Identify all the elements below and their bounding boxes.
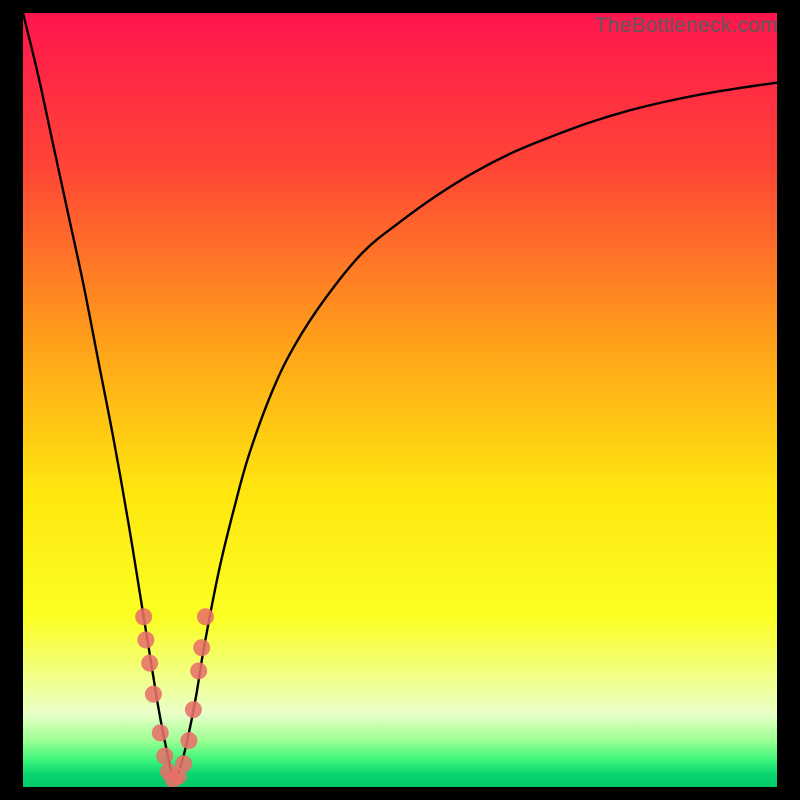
dot [135, 608, 152, 625]
bottleneck-chart [23, 13, 777, 787]
dot [197, 608, 214, 625]
dot [156, 748, 173, 765]
dot [180, 732, 197, 749]
dot [152, 724, 169, 741]
chart-frame: TheBottleneck.com [0, 0, 800, 800]
dot [175, 755, 192, 772]
dot [193, 639, 210, 656]
dot [145, 686, 162, 703]
dot [137, 631, 154, 648]
dot [141, 655, 158, 672]
watermark-text: TheBottleneck.com [595, 14, 778, 38]
chart-background [23, 13, 777, 787]
dot [190, 662, 207, 679]
dot [185, 701, 202, 718]
